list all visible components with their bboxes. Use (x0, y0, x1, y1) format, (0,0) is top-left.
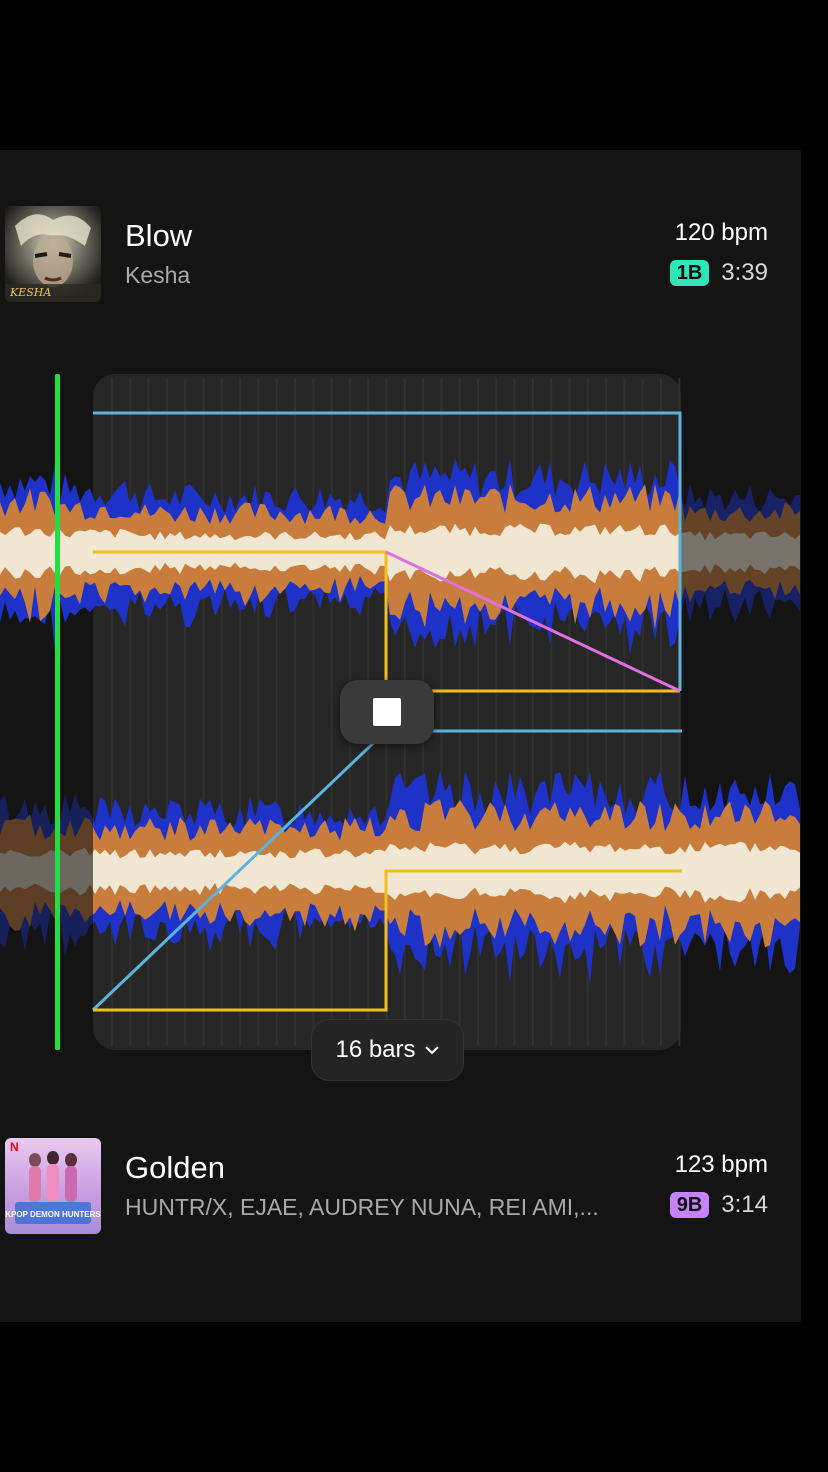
track-bpm: 123 bpm (674, 1151, 768, 1178)
playhead[interactable] (55, 374, 60, 1050)
track-duration: 3:14 (721, 1191, 768, 1218)
track-row-2[interactable]: N KPOP DEMON HUNTERS Golden HUNTR/X, EJA… (0, 1138, 801, 1238)
bars-length-dropdown[interactable]: 16 bars (311, 1019, 464, 1081)
stop-button[interactable] (340, 680, 434, 744)
track-title: Golden (125, 1150, 225, 1185)
key-badge: 9B (669, 1192, 710, 1218)
bars-label: 16 bars (335, 1036, 416, 1063)
mix-editor-panel: KESHA Blow Kesha 120 bpm 1B 3:39 16 bars (0, 150, 801, 1322)
track-artist: HUNTR/X, EJAE, AUDREY NUNA, REI AMI,... (125, 1194, 599, 1220)
netflix-logo: N (10, 1140, 19, 1154)
album-art-golden: N KPOP DEMON HUNTERS (5, 1138, 101, 1234)
album-art-text: KPOP DEMON HUNTERS (5, 1210, 101, 1219)
stop-icon (373, 698, 401, 726)
track-meta: 9B 3:14 (669, 1191, 768, 1219)
chevron-down-icon (424, 1046, 439, 1055)
